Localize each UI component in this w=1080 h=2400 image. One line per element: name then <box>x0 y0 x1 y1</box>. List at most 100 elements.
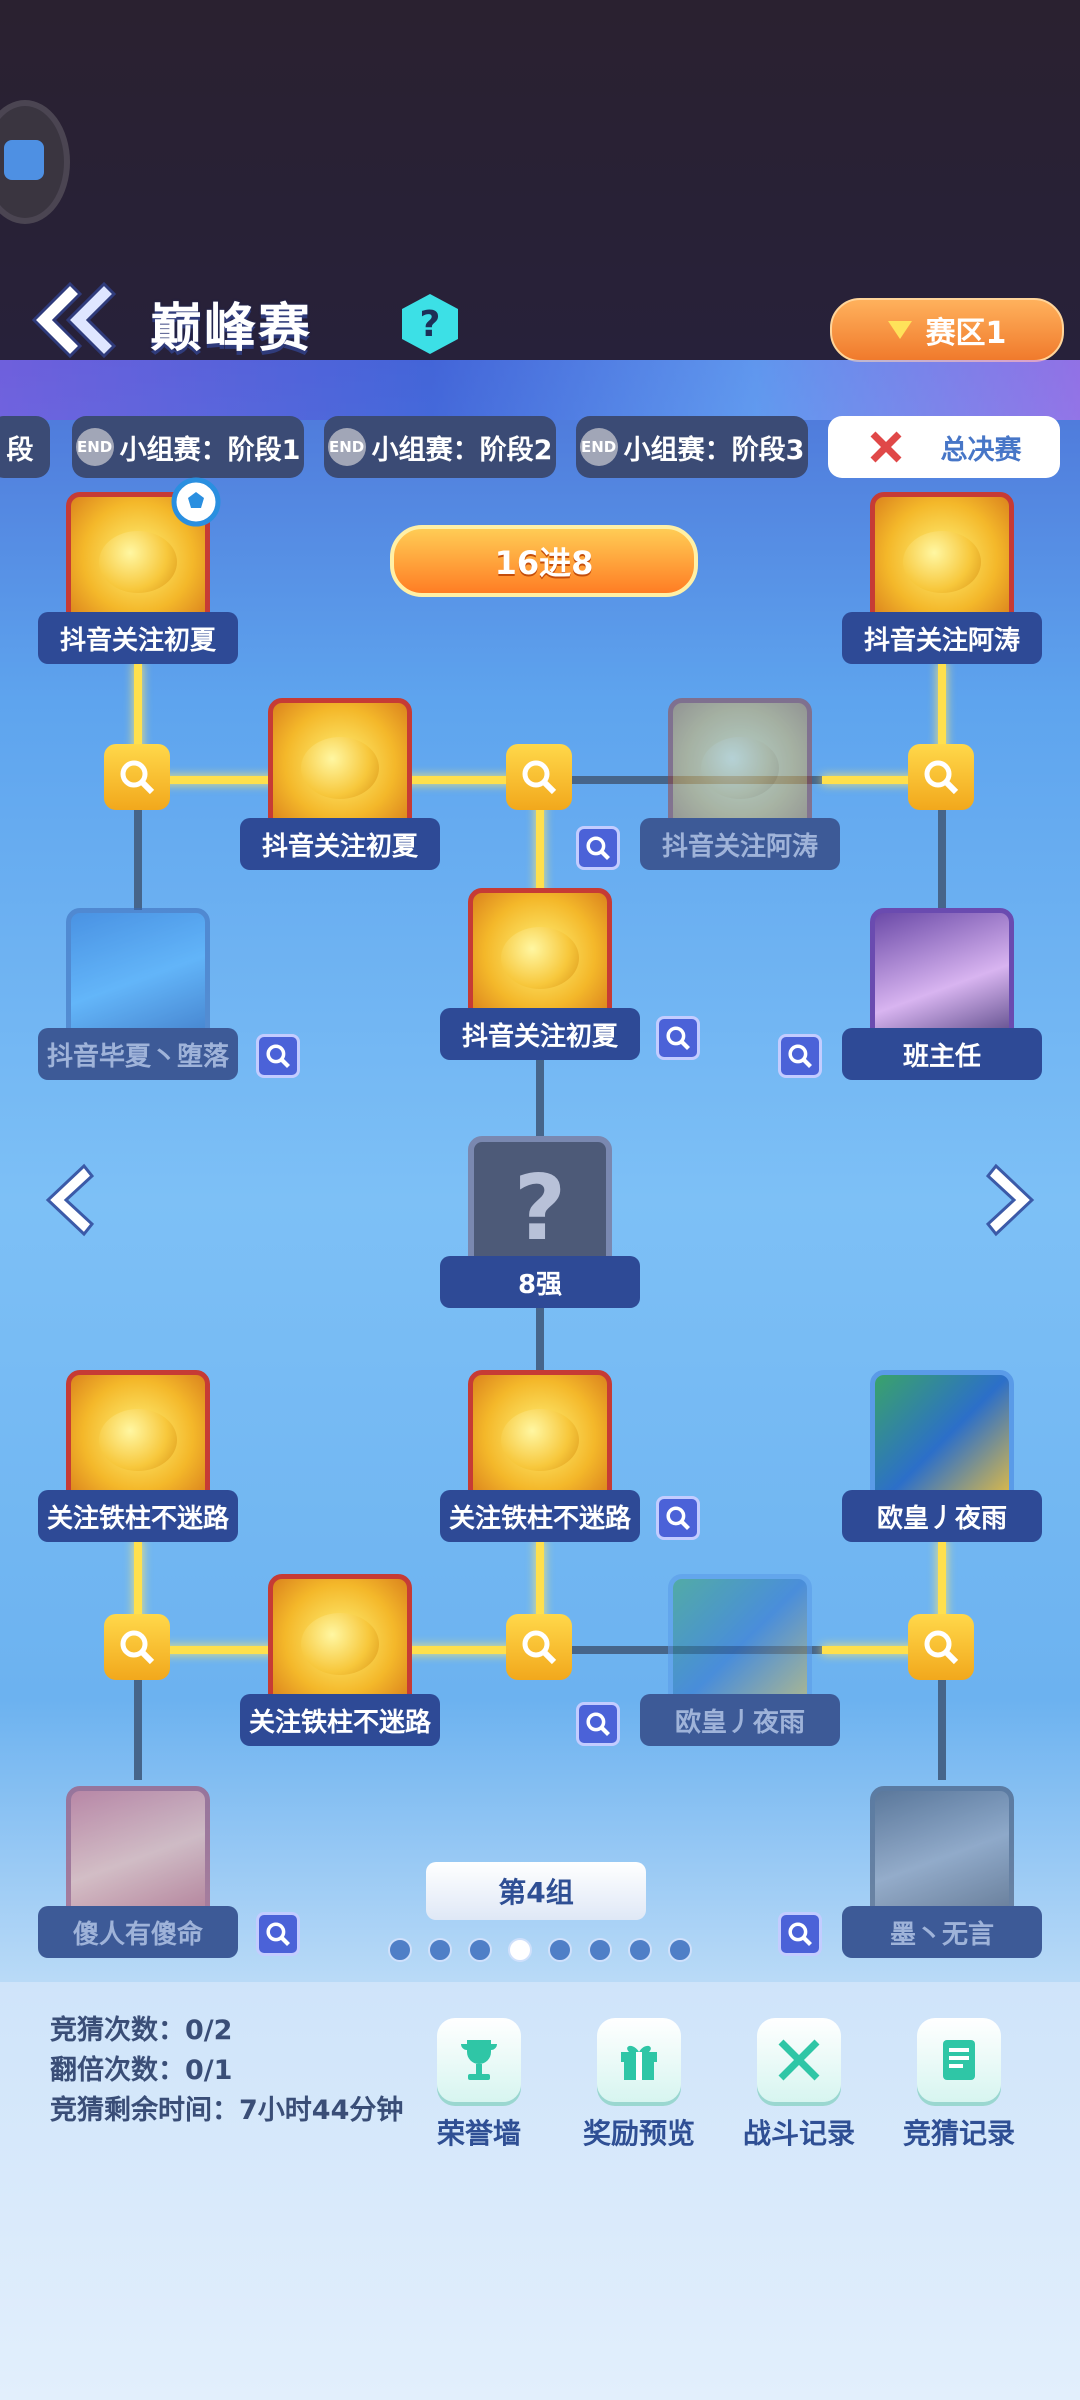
magnifier-icon <box>666 1026 690 1050</box>
guess-count: 竞猜次数：0/2 <box>50 2015 233 2046</box>
pager-dot[interactable] <box>428 1938 452 1962</box>
dropdown-triangle-icon <box>887 321 912 339</box>
tab-label: 小组赛：阶段1 <box>119 434 301 466</box>
view-match-button-small[interactable] <box>256 1034 300 1078</box>
round-banner: 16进8 <box>390 525 698 597</box>
view-match-button-small[interactable] <box>576 826 620 870</box>
previous-group-arrow[interactable] <box>38 1160 98 1240</box>
back-button[interactable] <box>20 280 120 360</box>
player-name: 傻人有傻命 <box>38 1906 238 1958</box>
player-name: 欧皇丿夜雨 <box>842 1490 1042 1542</box>
tab-label: 小组赛：阶段3 <box>623 434 805 466</box>
view-match-button[interactable] <box>506 1614 572 1680</box>
view-match-button-small[interactable] <box>778 1034 822 1078</box>
zone-selector-button[interactable]: 赛区1 <box>830 298 1064 362</box>
player-card-bottom-r2-left[interactable]: S9 关注铁柱不迷路 <box>240 1574 440 1754</box>
player-card-top-left-2[interactable]: 抖音毕夏丶堕落 <box>38 908 238 1088</box>
view-match-button[interactable] <box>908 744 974 810</box>
honor-wall-button[interactable]: 荣誉墙 <box>414 2018 544 2158</box>
bracket-line <box>134 1670 142 1780</box>
header-wave-decoration <box>0 360 1080 420</box>
pager-dot[interactable] <box>588 1938 612 1962</box>
bracket-line <box>134 800 142 910</box>
slot-label: 8强 <box>440 1256 640 1308</box>
bracket-line <box>938 1670 946 1780</box>
view-match-button[interactable] <box>104 744 170 810</box>
guess-record-button[interactable]: 竞猜记录 <box>894 2018 1024 2158</box>
magnifier-icon <box>924 760 959 795</box>
magnifier-icon <box>266 1044 290 1068</box>
tab-label: 段 <box>6 434 34 466</box>
tab-label: 小组赛：阶段2 <box>371 434 553 466</box>
view-match-button-small[interactable] <box>656 1016 700 1060</box>
pager-dot-active[interactable] <box>508 1938 532 1962</box>
player-card-bottom-left-1[interactable]: S9 关注铁柱不迷路 <box>38 1370 238 1550</box>
double-count: 翻倍次数：0/1 <box>50 2055 233 2086</box>
back-arrow-icon <box>31 281 117 359</box>
tab-label: 总决赛 <box>940 434 1022 466</box>
pager-dot[interactable] <box>628 1938 652 1962</box>
pager-dot[interactable] <box>668 1938 692 1962</box>
player-name: 欧皇丿夜雨 <box>640 1694 840 1746</box>
tab-finals[interactable]: 总决赛 <box>828 416 1060 478</box>
quarterfinal-slot: ? 8强 <box>440 1136 640 1316</box>
player-card-bottom-right-1[interactable]: 欧皇丿夜雨 <box>842 1370 1042 1550</box>
view-match-button[interactable] <box>908 1614 974 1680</box>
view-match-button-small[interactable] <box>778 1912 822 1956</box>
player-card-top-winner[interactable]: S8 抖音关注初夏 <box>440 888 640 1068</box>
view-match-button-small[interactable] <box>256 1912 300 1956</box>
page-title: 巅峰赛 <box>150 299 313 359</box>
crossed-swords-icon <box>757 2018 841 2102</box>
pager-dot[interactable] <box>468 1938 492 1962</box>
player-name: 抖音关注初夏 <box>440 1008 640 1060</box>
player-name: 抖音关注阿涛 <box>842 612 1042 664</box>
remaining-time: 竞猜剩余时间：7小时44分钟 <box>50 2095 404 2126</box>
player-card-bottom-left-2[interactable]: 傻人有傻命 <box>38 1786 238 1966</box>
end-badge: END <box>327 428 366 466</box>
action-label: 奖励预览 <box>582 2117 695 2150</box>
magnifier-icon <box>788 1922 812 1946</box>
end-badge: END <box>579 428 618 466</box>
view-match-button-small[interactable] <box>656 1496 700 1540</box>
player-name: 抖音关注初夏 <box>38 612 238 664</box>
bracket-line <box>536 1060 544 1140</box>
pager-dot[interactable] <box>548 1938 572 1962</box>
magnifier-icon <box>266 1922 290 1946</box>
pager-dot[interactable] <box>388 1938 412 1962</box>
player-card-bottom-right-2[interactable]: 墨丶无言 <box>842 1786 1042 1966</box>
next-group-arrow[interactable] <box>982 1160 1042 1240</box>
reward-preview-button[interactable]: 奖励预览 <box>574 2018 704 2158</box>
magnifier-icon <box>522 1630 557 1665</box>
player-name: 抖音毕夏丶堕落 <box>38 1028 238 1080</box>
view-match-button-small[interactable] <box>576 1702 620 1746</box>
tab-group-stage-partial[interactable]: 段 <box>0 416 50 478</box>
player-card-top-right-1[interactable]: S7 抖音关注阿涛 <box>842 492 1042 672</box>
magnifier-icon <box>522 760 557 795</box>
group-label: 第4组 <box>426 1862 646 1920</box>
trophy-icon <box>437 2018 521 2102</box>
action-label: 竞猜记录 <box>902 2117 1015 2150</box>
tab-group-stage-1[interactable]: END 小组赛：阶段1 <box>72 416 304 478</box>
view-match-button[interactable] <box>104 1614 170 1680</box>
player-card-top-r2-left[interactable]: S8 抖音关注初夏 <box>240 698 440 878</box>
chat-icon <box>4 140 44 180</box>
player-name: 关注铁柱不迷路 <box>240 1694 440 1746</box>
player-card-top-r2-right[interactable]: S7 抖音关注阿涛 <box>640 698 840 878</box>
battle-record-button[interactable]: 战斗记录 <box>734 2018 864 2158</box>
player-card-bottom-winner[interactable]: S9 关注铁柱不迷路 <box>440 1370 640 1550</box>
player-card-top-right-2[interactable]: 班主任 <box>842 908 1042 1088</box>
bracket-line <box>938 800 946 910</box>
soccer-ball-icon <box>171 477 221 527</box>
end-badge: END <box>75 428 114 466</box>
question-mark-icon: ? <box>513 1155 567 1261</box>
magnifier-icon <box>924 1630 959 1665</box>
tab-group-stage-2[interactable]: END 小组赛：阶段2 <box>324 416 556 478</box>
tab-group-stage-3[interactable]: END 小组赛：阶段3 <box>576 416 808 478</box>
player-name: 班主任 <box>842 1028 1042 1080</box>
player-card-bottom-r2-right[interactable]: 欧皇丿夜雨 <box>640 1574 840 1754</box>
view-match-button[interactable] <box>506 744 572 810</box>
zone-label: 赛区1 <box>925 316 1007 351</box>
magnifier-icon <box>666 1506 690 1530</box>
magnifier-icon <box>120 1630 155 1665</box>
player-name: 抖音关注阿涛 <box>640 818 840 870</box>
